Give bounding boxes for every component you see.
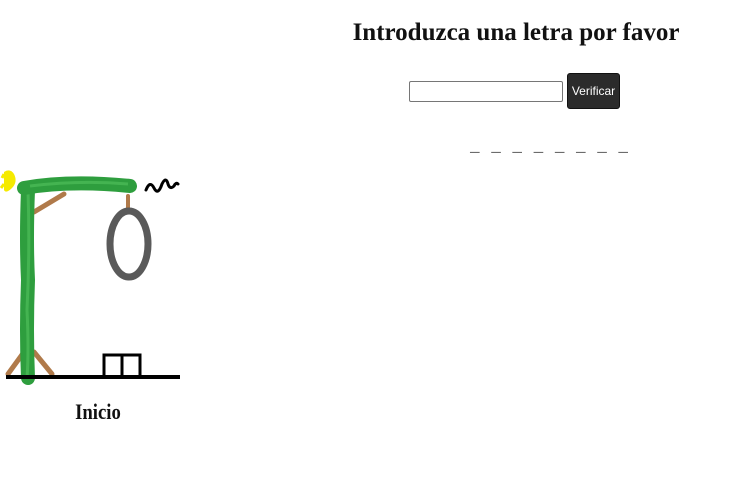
letter-input[interactable] [409, 80, 563, 102]
right-foot-brace [31, 349, 55, 377]
guess-form: Verificar [409, 73, 620, 109]
word-display: _ _ _ _ _ _ _ _ [470, 138, 630, 156]
page-title: Introduzca una letra por favor [352, 19, 680, 46]
top-brace [31, 191, 67, 215]
scribble-mark [144, 178, 180, 193]
stage-label: Inicio [75, 399, 121, 424]
hangman-gallows-image [0, 170, 180, 385]
sun-icon [0, 170, 16, 192]
stool [102, 353, 142, 379]
noose [106, 207, 152, 281]
verify-button[interactable]: Verificar [567, 73, 620, 109]
